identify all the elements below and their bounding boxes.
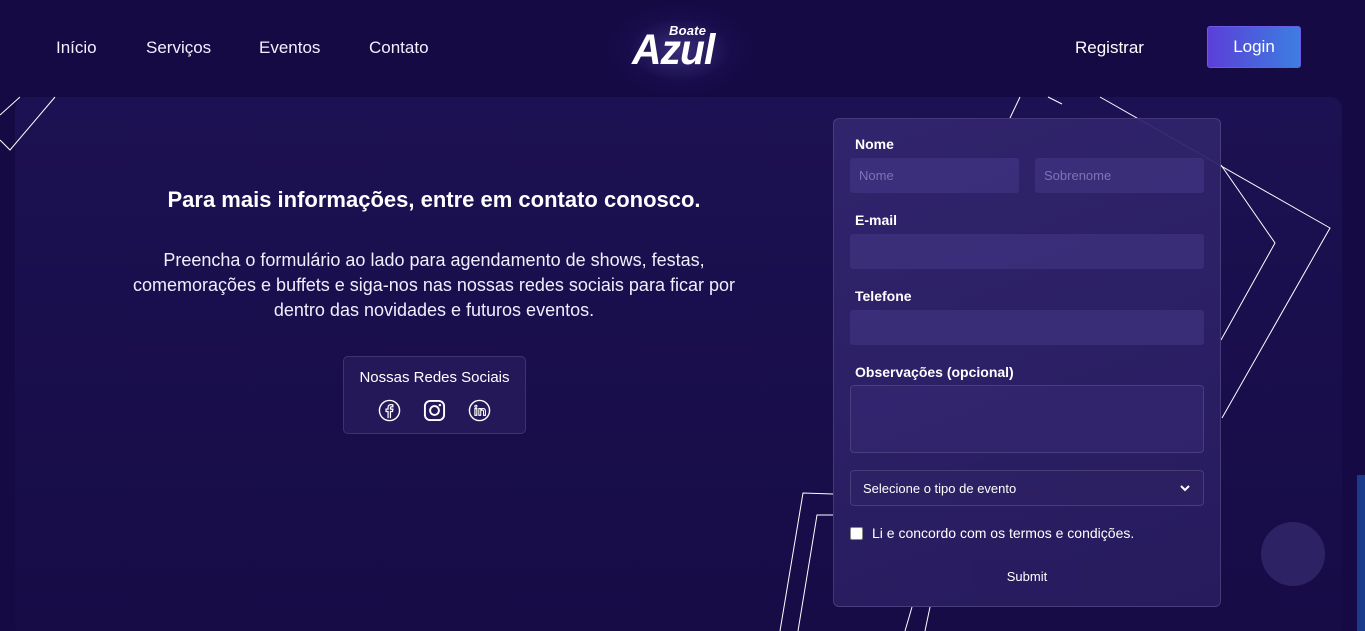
name-label: Nome — [855, 136, 894, 152]
navbar: Início Serviços Eventos Contato Boate Az… — [0, 0, 1365, 100]
terms-checkbox[interactable] — [850, 526, 863, 540]
register-link[interactable]: Registrar — [1075, 38, 1144, 58]
nav-link-inicio[interactable]: Início — [56, 38, 97, 58]
notes-label: Observações (opcional) — [855, 364, 1014, 380]
email-label: E-mail — [855, 212, 898, 228]
email-input[interactable] — [850, 234, 1204, 269]
event-type-selected: Selecione o tipo de evento — [863, 480, 1017, 496]
scrollbar[interactable] — [1357, 475, 1365, 631]
facebook-icon[interactable] — [378, 399, 401, 422]
phone-label: Telefone — [855, 288, 912, 304]
contact-description: Preencha o formulário ao lado para agend… — [133, 250, 735, 320]
floating-circle-button[interactable] — [1261, 522, 1325, 586]
logo-big-text: Azul — [632, 26, 715, 74]
social-icons — [344, 399, 525, 422]
social-title: Nossas Redes Sociais — [359, 369, 510, 386]
nav-link-servicos[interactable]: Serviços — [146, 38, 211, 58]
submit-button[interactable]: Submit — [974, 560, 1080, 593]
first-name-input[interactable] — [850, 158, 1019, 193]
social-box: Nossas Redes Sociais — [343, 356, 526, 434]
last-name-input[interactable] — [1035, 158, 1204, 193]
terms-row: Li e concordo com os termos e condições. — [850, 525, 1134, 541]
contact-form: Nome E-mail Telefone Observações (opcion… — [833, 118, 1221, 607]
contact-heading: Para mais informações, entre em contato … — [167, 187, 701, 212]
nav-link-eventos[interactable]: Eventos — [259, 38, 320, 58]
notes-textarea[interactable] — [850, 385, 1204, 453]
terms-label: Li e concordo com os termos e condições. — [872, 525, 1135, 541]
page: Início Serviços Eventos Contato Boate Az… — [0, 0, 1365, 631]
login-button[interactable]: Login — [1207, 26, 1301, 68]
chevron-down-icon — [1180, 485, 1190, 492]
instagram-icon[interactable] — [423, 399, 446, 422]
logo[interactable]: Boate Azul — [632, 23, 728, 74]
nav-link-contato[interactable]: Contato — [369, 38, 429, 58]
linkedin-icon[interactable] — [468, 399, 491, 422]
event-type-select[interactable]: Selecione o tipo de evento — [850, 470, 1204, 506]
phone-input[interactable] — [850, 310, 1204, 345]
